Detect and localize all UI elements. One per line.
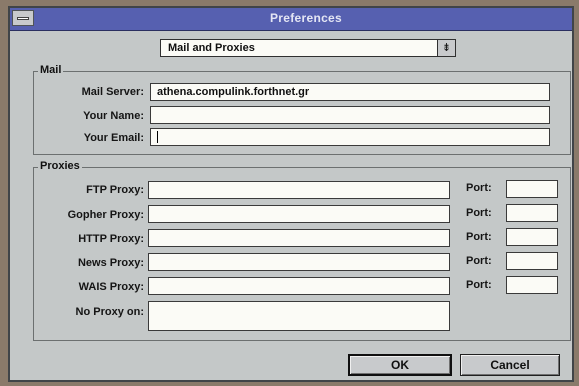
- no-proxy-label: No Proxy on:: [75, 306, 144, 318]
- http-proxy-input[interactable]: [148, 229, 450, 247]
- news-port-input[interactable]: [506, 252, 558, 270]
- mail-group-label: Mail: [38, 64, 64, 76]
- cancel-button[interactable]: Cancel: [460, 354, 560, 376]
- title-bar[interactable]: Preferences: [10, 8, 572, 31]
- preferences-dialog: Preferences Mail and Proxies ⇟ Mail Mail…: [8, 6, 574, 382]
- system-menu-icon: [17, 17, 29, 20]
- news-proxy-label: News Proxy:: [77, 257, 144, 269]
- gopher-port-label: Port:: [466, 207, 492, 219]
- gopher-port-input[interactable]: [506, 204, 558, 222]
- ftp-proxy-label: FTP Proxy:: [86, 184, 144, 196]
- http-proxy-label: HTTP Proxy:: [78, 233, 144, 245]
- http-port-label: Port:: [466, 231, 492, 243]
- ftp-proxy-input[interactable]: [148, 181, 450, 199]
- news-proxy-input[interactable]: [148, 253, 450, 271]
- ok-button[interactable]: OK: [348, 354, 452, 376]
- your-name-input[interactable]: [150, 106, 550, 124]
- mail-server-label: Mail Server:: [81, 86, 144, 98]
- http-port-input[interactable]: [506, 228, 558, 246]
- window-title: Preferences: [269, 11, 342, 25]
- gopher-proxy-input[interactable]: [148, 205, 450, 223]
- category-selected-value: Mail and Proxies: [168, 42, 255, 54]
- no-proxy-input[interactable]: [148, 301, 450, 331]
- wais-proxy-input[interactable]: [148, 277, 450, 295]
- news-port-label: Port:: [466, 255, 492, 267]
- system-menu-button[interactable]: [12, 10, 34, 26]
- ftp-port-input[interactable]: [506, 180, 558, 198]
- wais-port-input[interactable]: [506, 276, 558, 294]
- dropdown-arrow-icon[interactable]: ⇟: [437, 40, 455, 56]
- text-cursor: [157, 131, 158, 144]
- your-name-label: Your Name:: [83, 110, 144, 122]
- wais-proxy-label: WAIS Proxy:: [78, 281, 144, 293]
- your-email-label: Your Email:: [83, 132, 144, 144]
- ftp-port-label: Port:: [466, 182, 492, 194]
- your-email-input[interactable]: [150, 128, 550, 146]
- category-dropdown[interactable]: Mail and Proxies ⇟: [160, 39, 456, 57]
- wais-port-label: Port:: [466, 279, 492, 291]
- proxies-group-label: Proxies: [38, 160, 82, 172]
- mail-server-input[interactable]: athena.compulink.forthnet.gr: [150, 83, 550, 101]
- gopher-proxy-label: Gopher Proxy:: [67, 209, 144, 221]
